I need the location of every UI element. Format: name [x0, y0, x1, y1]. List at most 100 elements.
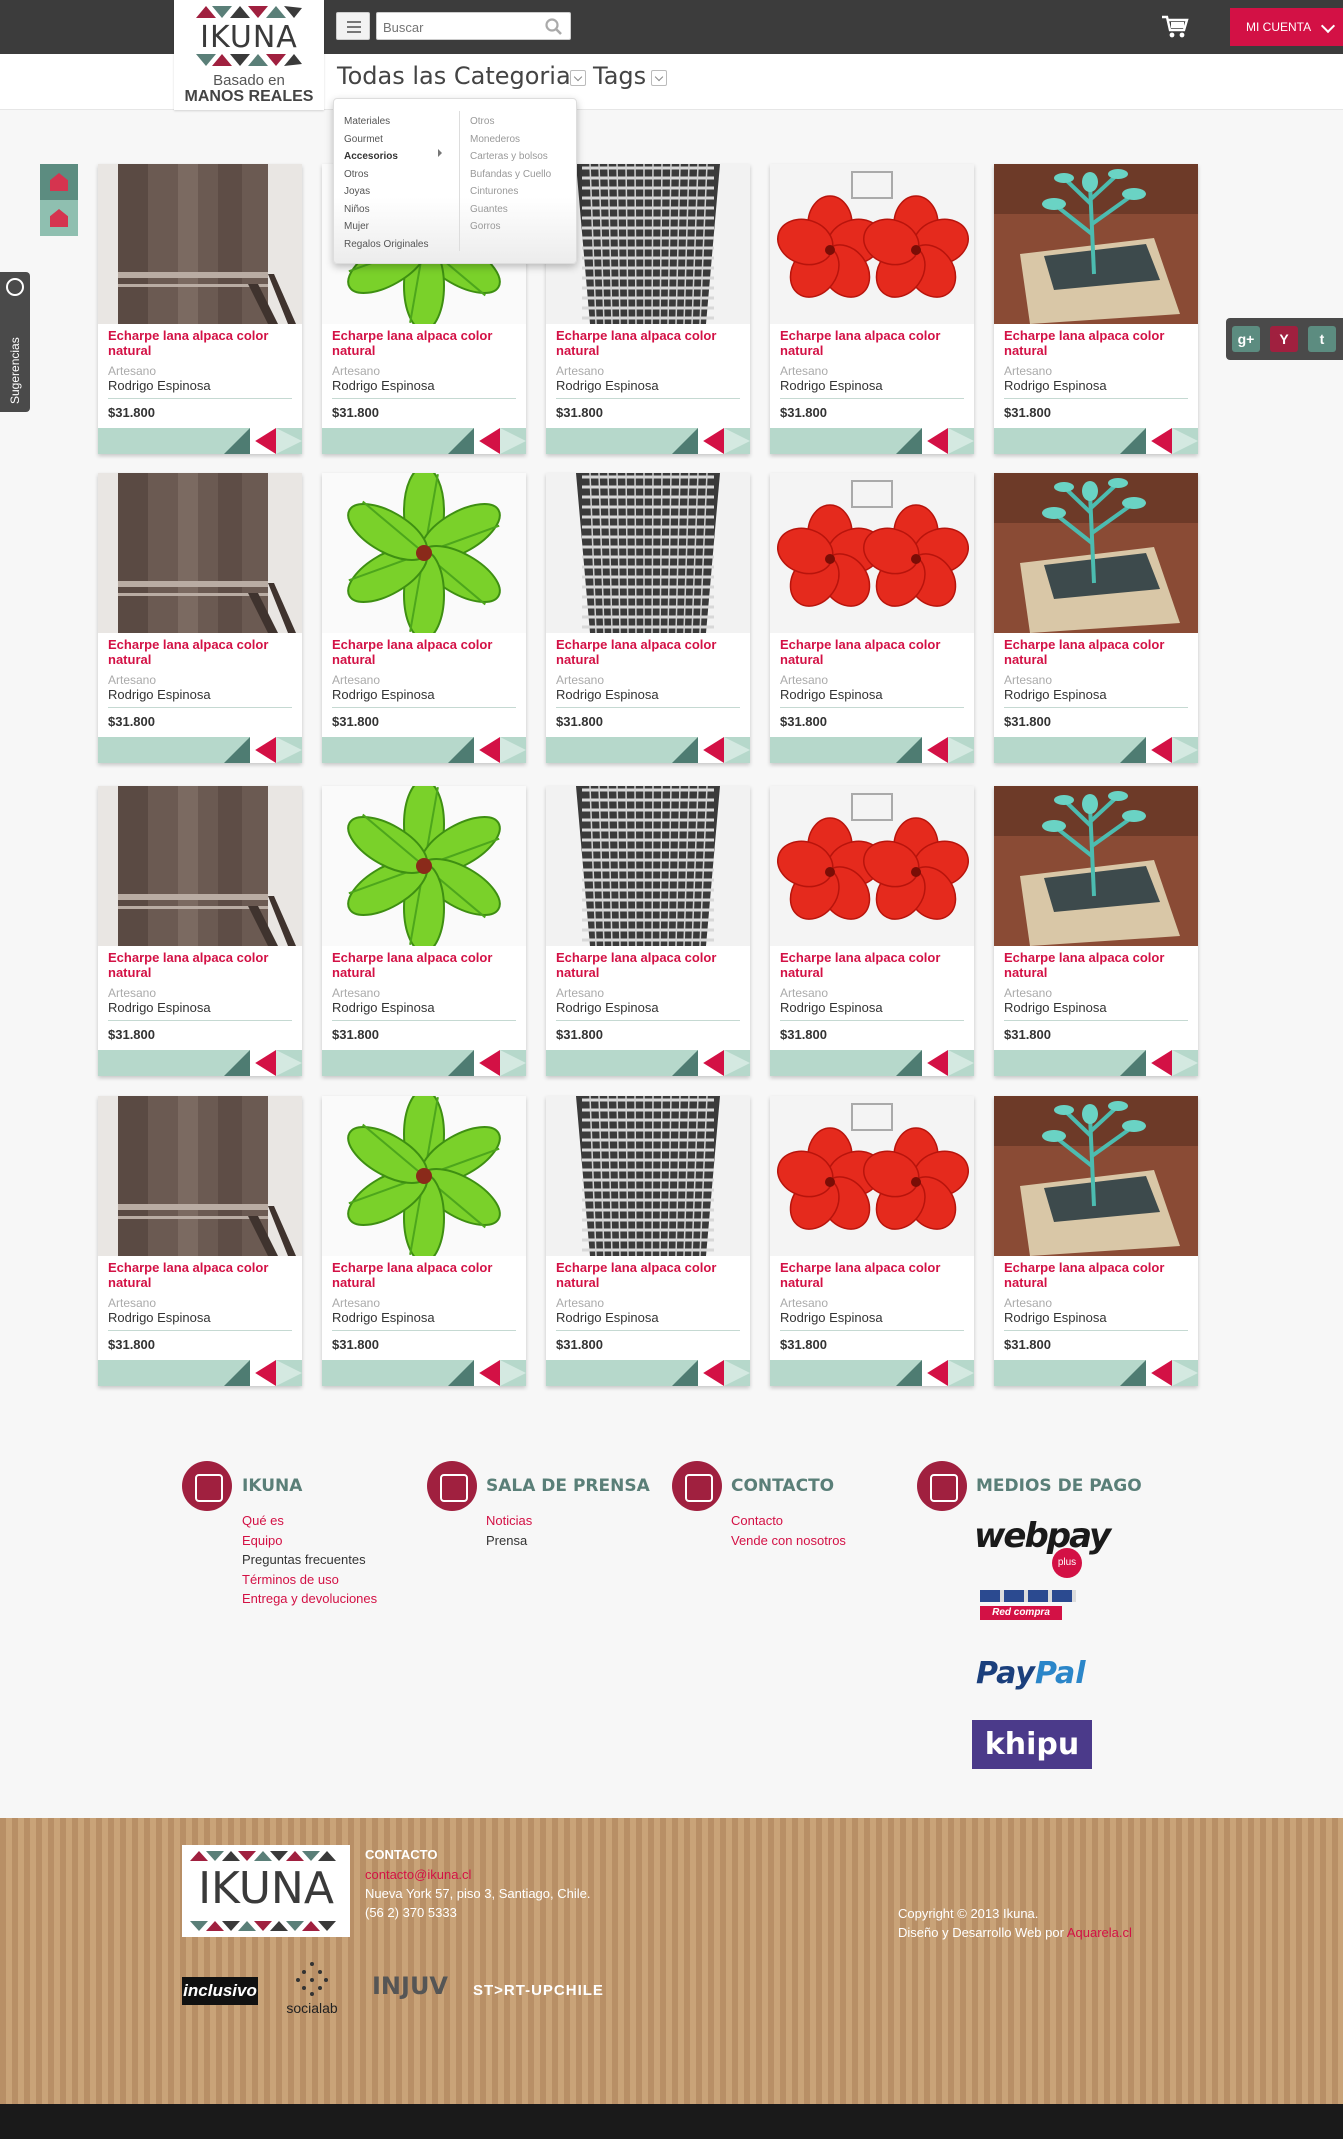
category-item[interactable]: Materiales: [344, 113, 429, 131]
share-icon[interactable]: [1120, 737, 1146, 763]
share-icon[interactable]: [1120, 1360, 1146, 1386]
add-to-cart-icon[interactable]: [948, 428, 974, 454]
favorite-icon[interactable]: [698, 1360, 724, 1386]
favorite-icon[interactable]: [698, 737, 724, 763]
share-icon[interactable]: [224, 1360, 250, 1386]
product-image[interactable]: [98, 473, 302, 633]
favorite-icon[interactable]: [474, 428, 500, 454]
product-title[interactable]: Echarpe lana alpaca color natural: [332, 1260, 517, 1290]
footer-link[interactable]: Qué es: [242, 1513, 284, 1528]
favorite-icon[interactable]: [250, 428, 276, 454]
product-card[interactable]: Echarpe lana alpaca color natural Artesan…: [546, 473, 750, 763]
category-item[interactable]: Mujer: [344, 218, 429, 236]
suggestions-tab[interactable]: Sugerencias: [0, 272, 30, 412]
footer-link[interactable]: Contacto: [731, 1513, 783, 1528]
add-to-cart-icon[interactable]: [724, 1360, 750, 1386]
share-icon[interactable]: [672, 428, 698, 454]
add-to-cart-icon[interactable]: [500, 737, 526, 763]
share-icon[interactable]: [672, 737, 698, 763]
grid-view-icon[interactable]: [40, 164, 78, 200]
subcategory-item[interactable]: Guantes: [470, 201, 551, 219]
favorite-icon[interactable]: [474, 1050, 500, 1076]
subcategory-item[interactable]: Carteras y bolsos: [470, 148, 551, 166]
favorite-icon[interactable]: [1146, 1050, 1172, 1076]
product-title[interactable]: Echarpe lana alpaca color natural: [108, 1260, 293, 1290]
share-icon[interactable]: [896, 737, 922, 763]
favorite-icon[interactable]: [474, 1360, 500, 1386]
sponsor-socialab[interactable]: socialab: [280, 1960, 344, 2020]
product-artisan[interactable]: Rodrigo Espinosa: [1004, 687, 1107, 702]
category-item[interactable]: Joyas: [344, 183, 429, 201]
list-view-icon[interactable]: [40, 200, 78, 236]
share-icon[interactable]: [1120, 1050, 1146, 1076]
googleplus-icon[interactable]: g+: [1232, 326, 1260, 352]
product-artisan[interactable]: Rodrigo Espinosa: [556, 1000, 659, 1015]
product-title[interactable]: Echarpe lana alpaca color natural: [556, 1260, 741, 1290]
product-image[interactable]: [322, 473, 526, 633]
product-card[interactable]: Echarpe lana alpaca color natural Artesan…: [770, 786, 974, 1076]
share-icon[interactable]: [896, 1050, 922, 1076]
contact-email-link[interactable]: contacto@ikuna.cl: [365, 1867, 471, 1882]
product-artisan[interactable]: Rodrigo Espinosa: [332, 687, 435, 702]
product-card[interactable]: Echarpe lana alpaca color natural Artesan…: [994, 473, 1198, 763]
favorite-icon[interactable]: [1146, 1360, 1172, 1386]
product-title[interactable]: Echarpe lana alpaca color natural: [1004, 328, 1189, 358]
product-image[interactable]: [770, 786, 974, 946]
share-icon[interactable]: [448, 737, 474, 763]
yahoo-icon[interactable]: Y: [1270, 326, 1298, 352]
share-icon[interactable]: [224, 1050, 250, 1076]
product-title[interactable]: Echarpe lana alpaca color natural: [332, 637, 517, 667]
product-title[interactable]: Echarpe lana alpaca color natural: [556, 637, 741, 667]
add-to-cart-icon[interactable]: [1172, 1050, 1198, 1076]
product-image[interactable]: [994, 164, 1198, 324]
add-to-cart-icon[interactable]: [500, 428, 526, 454]
favorite-icon[interactable]: [250, 1360, 276, 1386]
subcategory-item[interactable]: Cinturones: [470, 183, 551, 201]
product-card[interactable]: Echarpe lana alpaca color natural Artesan…: [546, 786, 750, 1076]
tags-chevron-icon[interactable]: [651, 70, 667, 86]
product-title[interactable]: Echarpe lana alpaca color natural: [1004, 637, 1189, 667]
product-card[interactable]: Echarpe lana alpaca color natural Artesan…: [98, 164, 302, 454]
add-to-cart-icon[interactable]: [724, 737, 750, 763]
product-image[interactable]: [322, 786, 526, 946]
product-card[interactable]: Echarpe lana alpaca color natural Artesan…: [98, 1096, 302, 1386]
product-artisan[interactable]: Rodrigo Espinosa: [556, 378, 659, 393]
add-to-cart-icon[interactable]: [948, 1360, 974, 1386]
sponsor-inclusivo[interactable]: inclusivo: [182, 1977, 258, 2005]
product-image[interactable]: [98, 164, 302, 324]
add-to-cart-icon[interactable]: [500, 1360, 526, 1386]
subcategory-item[interactable]: Otros: [470, 113, 551, 131]
add-to-cart-icon[interactable]: [1172, 1360, 1198, 1386]
product-image[interactable]: [546, 786, 750, 946]
product-image[interactable]: [994, 473, 1198, 633]
favorite-icon[interactable]: [1146, 737, 1172, 763]
share-icon[interactable]: [224, 737, 250, 763]
product-image[interactable]: [994, 1096, 1198, 1256]
footer-link[interactable]: Preguntas frecuentes: [242, 1552, 366, 1567]
product-image[interactable]: [770, 1096, 974, 1256]
product-image[interactable]: [98, 786, 302, 946]
share-icon[interactable]: [672, 1360, 698, 1386]
add-to-cart-icon[interactable]: [948, 737, 974, 763]
share-icon[interactable]: [672, 1050, 698, 1076]
product-image[interactable]: [546, 473, 750, 633]
add-to-cart-icon[interactable]: [1172, 737, 1198, 763]
product-card[interactable]: Echarpe lana alpaca color natural Artesan…: [98, 786, 302, 1076]
add-to-cart-icon[interactable]: [276, 737, 302, 763]
product-artisan[interactable]: Rodrigo Espinosa: [108, 1000, 211, 1015]
product-image[interactable]: [770, 473, 974, 633]
share-icon[interactable]: [1120, 428, 1146, 454]
product-artisan[interactable]: Rodrigo Espinosa: [780, 1000, 883, 1015]
product-card[interactable]: Echarpe lana alpaca color natural Artesan…: [770, 164, 974, 454]
product-card[interactable]: Echarpe lana alpaca color natural Artesan…: [322, 1096, 526, 1386]
product-artisan[interactable]: Rodrigo Espinosa: [1004, 1310, 1107, 1325]
product-image[interactable]: [770, 164, 974, 324]
favorite-icon[interactable]: [698, 428, 724, 454]
share-icon[interactable]: [448, 1050, 474, 1076]
product-artisan[interactable]: Rodrigo Espinosa: [780, 378, 883, 393]
category-item[interactable]: Regalos Originales: [344, 236, 429, 254]
category-item[interactable]: Niños: [344, 201, 429, 219]
product-artisan[interactable]: Rodrigo Espinosa: [556, 1310, 659, 1325]
twitter-icon[interactable]: t: [1308, 326, 1336, 352]
share-icon[interactable]: [896, 428, 922, 454]
